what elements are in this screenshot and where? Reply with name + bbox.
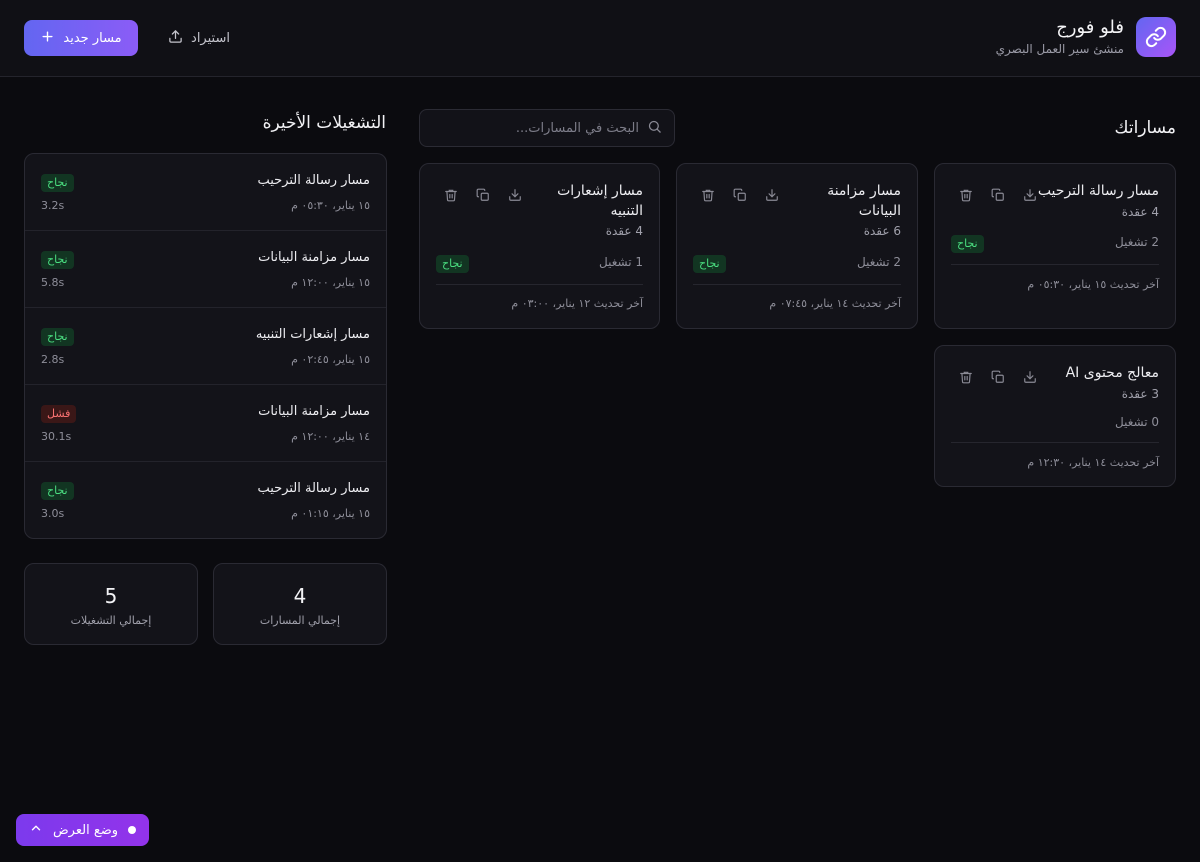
card-actions [699,186,781,204]
workflow-title: مسار إشعارات التنبيه [557,183,643,219]
trash-icon[interactable] [957,186,975,204]
run-time: ١٥ يناير، ٠٥:٣٠ م [291,199,370,212]
run-item[interactable]: مسار إشعارات التنبيه ١٥ يناير، ٠٢:٤٥ م ن… [25,308,386,385]
link-icon [1136,17,1176,57]
workflow-runs: 2 تشغيل [1115,235,1159,249]
download-icon[interactable] [1021,368,1039,386]
import-label: استيراد [191,30,230,46]
run-duration: 5.8s [41,276,65,289]
run-duration: 30.1s [41,430,72,443]
recent-runs-panel: مسار رسالة الترحيب ١٥ يناير، ٠٥:٣٠ م نجا… [24,153,387,539]
search-input[interactable] [432,120,639,136]
recent-runs-heading: التشغيلات الأخيرة [262,113,386,133]
workflow-card[interactable]: مسار مزامنة البيانات 6 عقدة 2 تشغيل نجاح… [676,163,918,329]
run-item[interactable]: مسار مزامنة البيانات ١٥ يناير، ١٢:٠٠ م ن… [25,231,386,308]
view-mode-label: وضع العرض [52,822,119,838]
new-workflow-button[interactable]: مسار جديد [24,20,138,56]
run-duration: 3.2s [41,199,65,212]
copy-icon[interactable] [731,186,749,204]
dot-icon [128,826,137,834]
card-actions [957,368,1039,386]
run-time: ١٥ يناير، ١٢:٠٠ م [291,276,370,289]
run-duration: 3.0s [41,507,65,520]
import-button[interactable]: استيراد [160,20,238,56]
workflow-nodes: 4 عقدة [1121,205,1159,219]
workflow-card[interactable]: معالج محتوى AI 3 عقدة 0 تشغيل آخر تحديث … [934,345,1176,487]
workflow-runs: 1 تشغيل [599,255,643,269]
status-badge: نجاح [436,255,469,273]
search-icon [647,119,662,138]
divider [951,442,1159,443]
stat-value: 5 [104,584,118,608]
brand: فلو فورج منشئ سير العمل البصري [996,17,1176,57]
run-name: مسار إشعارات التنبيه [255,327,370,342]
copy-icon[interactable] [989,368,1007,386]
status-badge: نجاح [41,174,74,192]
app-subtitle: منشئ سير العمل البصري [995,42,1124,56]
stat-label: إجمالي التشغيلات [70,614,152,627]
workflow-nodes: 6 عقدة [863,224,901,238]
trash-icon[interactable] [957,368,975,386]
run-duration: 2.8s [41,353,65,366]
workflow-card[interactable]: مسار رسالة الترحيب 4 عقدة 2 تشغيل نجاح آ… [934,163,1176,329]
status-badge: نجاح [41,328,74,346]
stat-value: 4 [293,584,307,608]
view-mode-button[interactable]: وضع العرض [16,814,149,846]
workflow-nodes: 3 عقدة [1121,387,1159,401]
divider [951,264,1159,265]
app-title: فلو فورج [1056,17,1124,38]
run-name: مسار مزامنة البيانات [258,404,370,419]
download-icon[interactable] [506,186,524,204]
workflow-updated: آخر تحديث ١٤ يناير، ٠٧:٤٥ م [769,297,901,310]
status-badge: نجاح [41,251,74,269]
trash-icon[interactable] [699,186,717,204]
new-workflow-label: مسار جديد [63,30,122,46]
total-workflows-stat: 4 إجمالي المسارات [213,563,387,645]
run-item[interactable]: مسار مزامنة البيانات ١٤ يناير، ١٢:٠٠ م ف… [25,385,386,462]
run-name: مسار مزامنة البيانات [258,250,370,265]
download-icon[interactable] [763,186,781,204]
status-badge: نجاح [951,235,984,253]
workflow-runs: 0 تشغيل [1115,415,1159,429]
download-icon[interactable] [1021,186,1039,204]
run-item[interactable]: مسار رسالة الترحيب ١٥ يناير، ٠٥:٣٠ م نجا… [25,154,386,231]
card-actions [442,186,524,204]
workflows-heading: مساراتك [1114,118,1176,138]
workflow-nodes: 4 عقدة [605,224,643,238]
chevron-up-icon [29,821,43,839]
divider [436,284,643,285]
copy-icon[interactable] [989,186,1007,204]
run-time: ١٥ يناير، ٠٢:٤٥ م [291,353,370,366]
workflow-runs: 2 تشغيل [857,255,901,269]
run-item[interactable]: مسار رسالة الترحيب ١٥ يناير، ٠١:١٥ م نجا… [25,462,386,539]
workflow-updated: آخر تحديث ١٥ يناير، ٠٥:٣٠ م [1027,278,1159,291]
workflow-title: مسار رسالة الترحيب [1037,183,1159,199]
workflow-title: معالج محتوى AI [1065,365,1159,381]
app-header: فلو فورج منشئ سير العمل البصري استيراد م… [0,0,1200,77]
search-box[interactable] [419,109,675,147]
run-time: ١٥ يناير، ٠١:١٥ م [291,507,370,520]
workflow-title: مسار مزامنة البيانات [827,183,901,219]
workflow-updated: آخر تحديث ١٢ يناير، ٠٣:٠٠ م [511,297,643,310]
status-badge: فشل [41,405,77,423]
workflow-card[interactable]: مسار إشعارات التنبيه 4 عقدة 1 تشغيل نجاح… [419,163,660,329]
copy-icon[interactable] [474,186,492,204]
run-name: مسار رسالة الترحيب [257,481,370,496]
run-time: ١٤ يناير، ١٢:٠٠ م [291,430,370,443]
trash-icon[interactable] [442,186,460,204]
upload-icon [168,29,183,48]
plus-icon [40,29,55,48]
card-actions [957,186,1039,204]
status-badge: نجاح [693,255,726,273]
total-runs-stat: 5 إجمالي التشغيلات [24,563,198,645]
status-badge: نجاح [41,482,74,500]
run-name: مسار رسالة الترحيب [257,173,370,188]
divider [693,284,901,285]
stat-label: إجمالي المسارات [259,614,341,627]
workflow-updated: آخر تحديث ١٤ يناير، ١٢:٣٠ م [1027,456,1159,469]
